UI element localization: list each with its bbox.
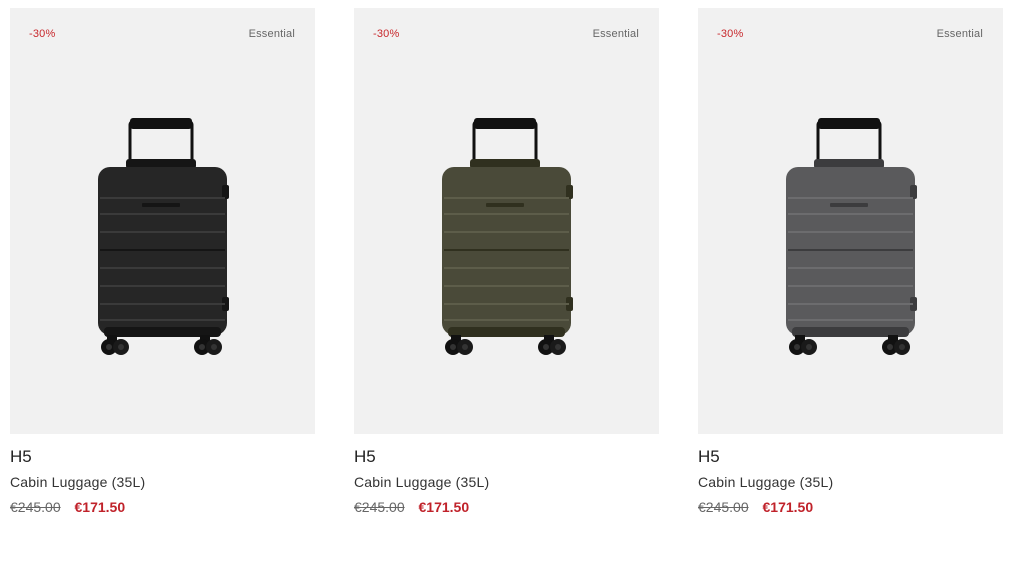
wheel-hub [899, 344, 905, 350]
wheel-hub [806, 344, 812, 350]
body-ridge [100, 249, 225, 251]
collection-badge: Essential [248, 28, 295, 40]
discount-badge: -30% [29, 28, 56, 40]
body-ridge [788, 231, 913, 233]
body-ridge [444, 319, 569, 321]
body-ridge [100, 231, 225, 233]
suitcase-image [786, 118, 917, 355]
body-ridge [444, 303, 569, 305]
body-ridge [788, 319, 913, 321]
product-image-area[interactable]: -30% Essential [354, 8, 659, 434]
wheel-hub [794, 344, 800, 350]
product-subtitle: Cabin Luggage (35L) [10, 474, 146, 490]
handle-grip [818, 118, 880, 129]
side-latch [222, 185, 229, 199]
body-ridge [788, 303, 913, 305]
wheel-hub [106, 344, 112, 350]
body-ridge [444, 267, 569, 269]
product-subtitle: Cabin Luggage (35L) [354, 474, 490, 490]
discount-badge: -30% [373, 28, 400, 40]
product-card[interactable]: -30% Essential H5 Cabin Luggage (35L) €2… [10, 8, 315, 516]
product-name[interactable]: H5 [354, 447, 659, 467]
body-ridge [444, 213, 569, 215]
handle-grip [130, 118, 192, 129]
body-ridge [444, 231, 569, 233]
collection-badge: Essential [936, 28, 983, 40]
brand-plate [830, 203, 868, 207]
wheel-hub [462, 344, 468, 350]
body-ridge [788, 197, 913, 199]
product-subtitle: Cabin Luggage (35L) [698, 474, 834, 490]
wheel-hub [887, 344, 893, 350]
side-latch [910, 185, 917, 199]
original-price: €245.00 [354, 499, 405, 515]
body-ridge [100, 197, 225, 199]
price-row: €245.00 €171.50 [10, 499, 315, 516]
body-ridge [788, 249, 913, 251]
body-ridge [788, 267, 913, 269]
product-name[interactable]: H5 [698, 447, 1003, 467]
sale-price: €171.50 [74, 499, 126, 515]
sale-price: €171.50 [418, 499, 470, 515]
wheel-hub [555, 344, 561, 350]
body-ridge [100, 319, 225, 321]
original-price: €245.00 [10, 499, 61, 515]
body-ridge [444, 249, 569, 251]
collection-badge: Essential [592, 28, 639, 40]
product-card[interactable]: -30% Essential H5 Cabin Luggage (35L) €2… [698, 8, 1003, 516]
original-price: €245.00 [698, 499, 749, 515]
brand-plate [486, 203, 524, 207]
suitcase-image [442, 118, 573, 355]
product-card[interactable]: -30% Essential H5 Cabin Luggage (35L) €2… [354, 8, 659, 516]
wheel-hub [211, 344, 217, 350]
suitcase-image [98, 118, 229, 355]
handle-grip [474, 118, 536, 129]
body-ridge [100, 303, 225, 305]
product-name[interactable]: H5 [10, 447, 315, 467]
wheel-hub [450, 344, 456, 350]
body-ridge [100, 213, 225, 215]
wheel-hub [118, 344, 124, 350]
sale-price: €171.50 [762, 499, 814, 515]
body-ridge [444, 285, 569, 287]
body-ridge [788, 213, 913, 215]
discount-badge: -30% [717, 28, 744, 40]
wheel-hub [543, 344, 549, 350]
body-ridge [100, 267, 225, 269]
brand-plate [142, 203, 180, 207]
body-ridge [444, 197, 569, 199]
price-row: €245.00 €171.50 [354, 499, 659, 516]
wheel-hub [199, 344, 205, 350]
product-image-area[interactable]: -30% Essential [10, 8, 315, 434]
body-ridge [788, 285, 913, 287]
product-image-area[interactable]: -30% Essential [698, 8, 1003, 434]
body-ridge [100, 285, 225, 287]
side-latch [566, 185, 573, 199]
price-row: €245.00 €171.50 [698, 499, 1003, 516]
